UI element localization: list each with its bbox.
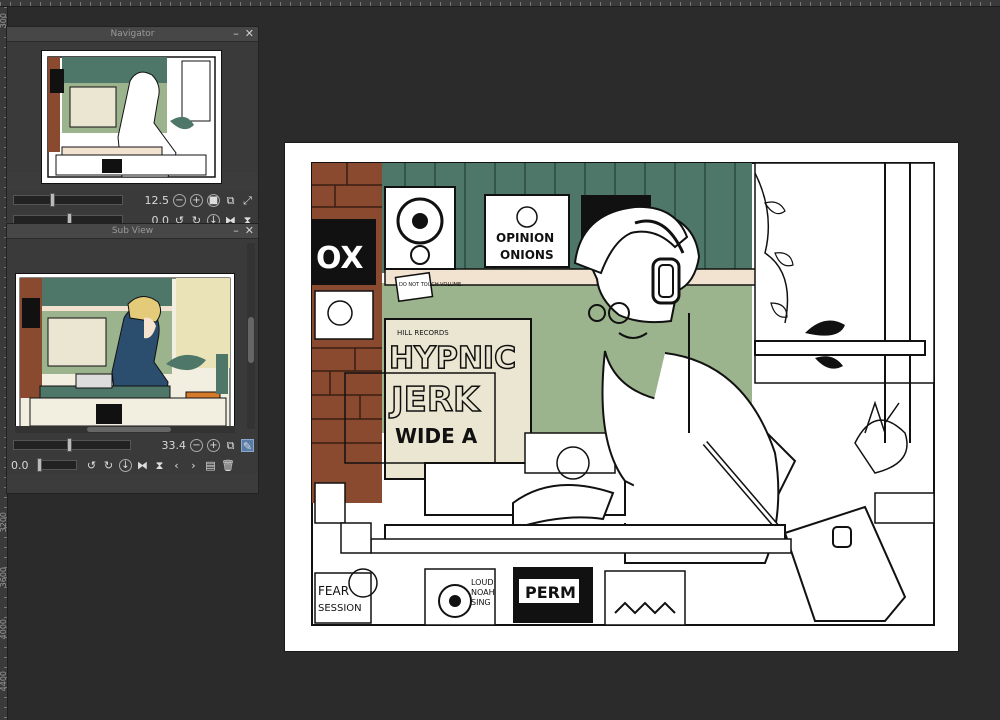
close-icon[interactable]: ✕: [245, 27, 254, 42]
canvas-paper[interactable]: OX OPINION ONIONS DO NOT TOUCH VOLUME HI…: [285, 143, 958, 651]
sub-view-title: Sub View: [111, 226, 154, 236]
navigator-thumbnail[interactable]: [41, 50, 222, 184]
eyedropper-icon[interactable]: ✎: [241, 438, 254, 453]
session-text: SESSION: [318, 603, 362, 614]
rotate-right-icon[interactable]: ↻: [102, 459, 115, 472]
sub-view-preview[interactable]: [7, 239, 258, 435]
slider-knob[interactable]: [37, 458, 42, 472]
ruler-label: 4000: [0, 619, 8, 640]
minimize-icon[interactable]: –: [233, 224, 239, 239]
zoom-in-icon[interactable]: +: [207, 438, 220, 452]
rotate-left-icon[interactable]: ↺: [85, 459, 98, 472]
zoom-in-icon[interactable]: +: [190, 193, 203, 207]
delete-icon[interactable]: 🗑: [221, 459, 235, 472]
navigator-preview[interactable]: [7, 42, 258, 184]
navigator-palette: Navigator – ✕ 12.5 − + ■ ⧉ ⤢ 0.0 ↺ ↻ ↓ ⧓…: [6, 26, 259, 230]
sub-view-color-art: [16, 274, 234, 432]
noah-text: NOAH: [471, 588, 495, 597]
zoom-out-icon[interactable]: −: [173, 193, 186, 207]
onions-text: ONIONS: [500, 248, 554, 262]
sub-view-palette: Sub View – ✕ 33.4 − + ⧉ ✎ 0.0 ↺ ↻ ↓ ⧓ ⧗ …: [6, 223, 259, 494]
ruler-label: 3200: [0, 512, 8, 533]
hill-records-text: HILL RECORDS: [397, 329, 449, 337]
fit-navigator-icon[interactable]: ⤢: [241, 194, 254, 207]
previous-image-icon[interactable]: ‹: [170, 459, 183, 472]
fit-window-icon[interactable]: ⧉: [224, 439, 237, 452]
slider-knob[interactable]: [50, 193, 55, 207]
sing-text: SING: [471, 598, 491, 607]
sub-view-rotate-row: 0.0 ↺ ↻ ↓ ⧓ ⧗ ‹ › ▤ 🗑: [7, 455, 258, 475]
box-sign-text: OX: [316, 241, 364, 276]
sub-view-horizontal-scrollbar[interactable]: [15, 426, 235, 433]
next-image-icon[interactable]: ›: [187, 459, 200, 472]
navigator-zoom-value[interactable]: 12.5: [139, 194, 170, 207]
jerk-text: JERK: [389, 380, 481, 420]
sub-view-rotation-value[interactable]: 0.0: [11, 459, 33, 472]
ruler-label: 4400: [0, 671, 8, 692]
open-folder-icon[interactable]: ▤: [204, 459, 217, 472]
minimize-icon[interactable]: –: [233, 27, 239, 42]
scrollbar-thumb[interactable]: [87, 427, 171, 432]
navigator-title-bar[interactable]: Navigator – ✕: [7, 27, 258, 42]
loud-text: LOUD: [471, 578, 493, 587]
opinion-text: OPINION: [496, 231, 554, 245]
sub-view-zoom-slider[interactable]: [13, 438, 131, 452]
wide-text: WIDE A: [395, 424, 478, 448]
tag-text: DO NOT TOUCH VOLUME: [399, 282, 461, 288]
sub-view-image[interactable]: [15, 273, 235, 433]
navigator-thumbnail-art: [47, 56, 216, 178]
canvas-artwork: OX OPINION ONIONS DO NOT TOUCH VOLUME HI…: [311, 162, 935, 626]
navigator-zoom-slider[interactable]: [13, 193, 123, 207]
fear-text: FEAR: [318, 584, 349, 598]
sub-view-title-bar[interactable]: Sub View – ✕: [7, 224, 258, 239]
sub-view-rotate-slider[interactable]: [37, 458, 77, 472]
top-ruler: [0, 0, 1000, 7]
sub-view-zoom-value[interactable]: 33.4: [156, 439, 187, 452]
close-icon[interactable]: ✕: [245, 224, 254, 239]
perm-text: PERM: [525, 583, 576, 602]
slider-knob[interactable]: [67, 438, 72, 452]
flip-horizontal-icon[interactable]: ⧓: [136, 459, 149, 472]
navigator-zoom-row: 12.5 − + ■ ⧉ ⤢: [7, 190, 258, 210]
flip-vertical-icon[interactable]: ⧗: [153, 459, 166, 472]
sub-view-zoom-row: 33.4 − + ⧉ ✎: [7, 435, 258, 455]
actual-size-icon[interactable]: ■: [207, 193, 220, 207]
navigator-title: Navigator: [110, 29, 155, 39]
sub-view-vertical-scrollbar[interactable]: [247, 243, 255, 429]
ruler-label: 3600: [0, 567, 8, 588]
hypnic-text: HYPNIC: [389, 341, 516, 376]
scrollbar-thumb[interactable]: [248, 317, 254, 363]
zoom-out-icon[interactable]: −: [190, 438, 203, 452]
fit-window-icon[interactable]: ⧉: [224, 194, 237, 207]
reset-rotation-icon[interactable]: ↓: [119, 458, 132, 472]
